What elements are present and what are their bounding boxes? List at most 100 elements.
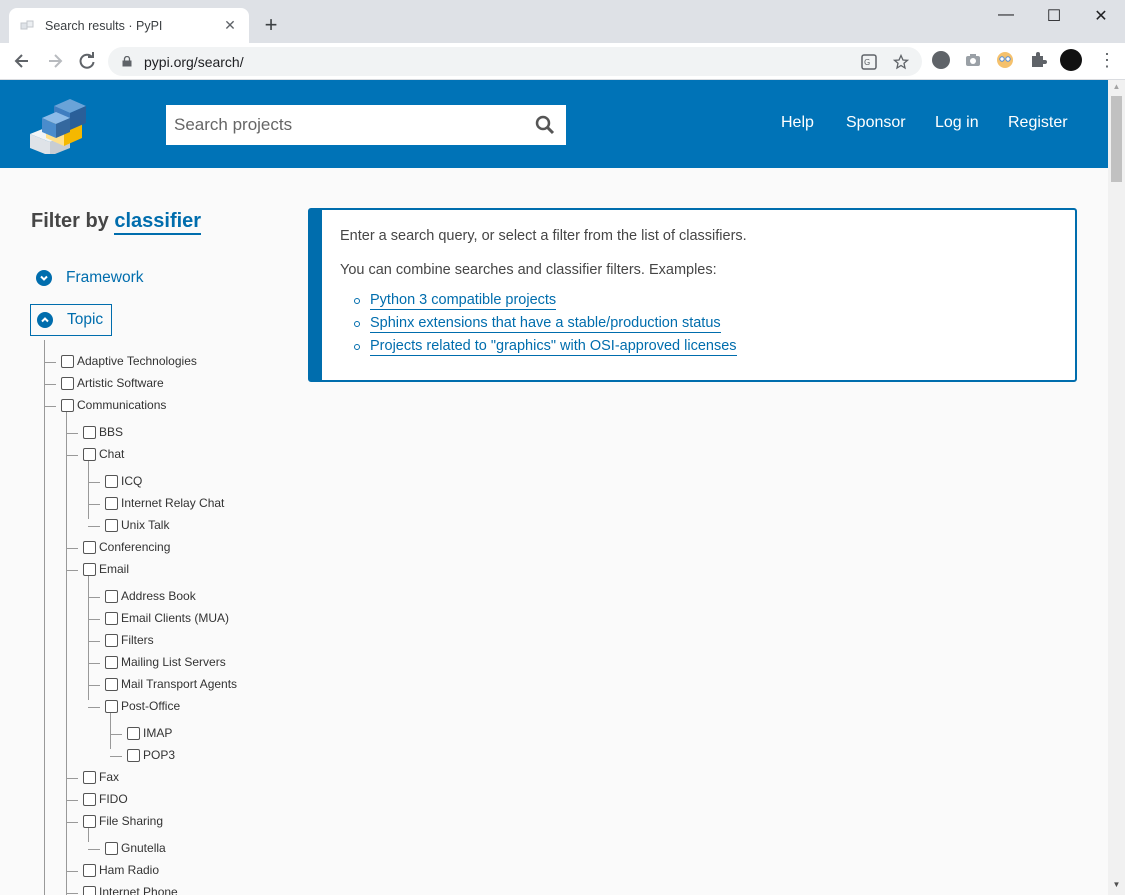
classifier-item[interactable]: IMAP bbox=[127, 725, 172, 741]
pypi-logo[interactable] bbox=[28, 94, 100, 154]
close-window-button[interactable]: ✕ bbox=[1091, 6, 1111, 26]
classifier-item[interactable]: Email bbox=[83, 561, 129, 577]
classifier-checkbox[interactable] bbox=[127, 748, 140, 762]
classifier-item[interactable]: Email Clients (MUA) bbox=[105, 610, 229, 626]
classifier-item[interactable]: ICQ bbox=[105, 473, 142, 489]
classifier-checkbox[interactable] bbox=[105, 611, 118, 625]
maximize-button[interactable]: ☐ bbox=[1044, 6, 1064, 26]
classifier-link[interactable]: classifier bbox=[114, 210, 202, 235]
address-bar[interactable]: pypi.org/search/ G bbox=[108, 47, 922, 76]
classifier-label: Address Book bbox=[121, 589, 196, 603]
classifier-checkbox[interactable] bbox=[105, 655, 118, 669]
classifier-item[interactable]: Filters bbox=[105, 632, 154, 648]
nav-sponsor-link[interactable]: Sponsor bbox=[846, 114, 906, 132]
classifier-item[interactable]: POP3 bbox=[127, 747, 175, 763]
lock-icon[interactable] bbox=[122, 56, 132, 67]
minimize-button[interactable]: — bbox=[996, 6, 1016, 24]
classifier-item[interactable]: Ham Radio bbox=[83, 862, 159, 878]
classifier-label: Ham Radio bbox=[99, 863, 160, 877]
example-link-graphics[interactable]: Projects related to "graphics" with OSI-… bbox=[370, 338, 737, 356]
tree-branch bbox=[88, 707, 100, 708]
search-help-box: Enter a search query, or select a filter… bbox=[308, 208, 1077, 382]
classifier-item[interactable]: Mail Transport Agents bbox=[105, 676, 237, 692]
scroll-down-icon[interactable]: ▼ bbox=[1108, 880, 1125, 890]
scroll-up-icon[interactable]: ▲ bbox=[1108, 82, 1125, 92]
classifier-checkbox[interactable] bbox=[83, 814, 96, 828]
classifier-label: Chat bbox=[99, 447, 125, 461]
classifier-checkbox[interactable] bbox=[61, 376, 74, 390]
classifier-item[interactable]: Mailing List Servers bbox=[105, 654, 226, 670]
nav-login-link[interactable]: Log in bbox=[935, 114, 979, 132]
classifier-item[interactable]: Conferencing bbox=[83, 539, 170, 555]
classifier-label: Adaptive Technologies bbox=[77, 354, 197, 368]
nav-register-link[interactable]: Register bbox=[1008, 114, 1068, 132]
wordpress-extension-icon[interactable] bbox=[932, 51, 950, 69]
chevron-down-icon bbox=[36, 270, 52, 286]
classifier-item[interactable]: Fax bbox=[83, 769, 119, 785]
classifier-checkbox[interactable] bbox=[105, 496, 118, 510]
classifier-checkbox[interactable] bbox=[83, 540, 96, 554]
classifier-item[interactable]: Unix Talk bbox=[105, 517, 169, 533]
classifier-checkbox[interactable] bbox=[61, 398, 74, 412]
classifier-checkbox[interactable] bbox=[105, 677, 118, 691]
classifier-checkbox[interactable] bbox=[83, 447, 96, 461]
filter-title: Filter by classifier bbox=[31, 210, 202, 235]
classifier-item[interactable]: File Sharing bbox=[83, 813, 163, 829]
classifier-item[interactable]: Artistic Software bbox=[61, 375, 164, 391]
classifier-checkbox[interactable] bbox=[83, 425, 96, 439]
face-extension-icon[interactable] bbox=[996, 51, 1014, 69]
classifier-item[interactable]: Post-Office bbox=[105, 698, 180, 714]
classifier-item[interactable]: Address Book bbox=[105, 588, 196, 604]
classifier-checkbox[interactable] bbox=[105, 474, 118, 488]
classifier-checkbox[interactable] bbox=[105, 633, 118, 647]
new-tab-button[interactable]: + bbox=[261, 12, 281, 38]
classifier-item[interactable]: Gnutella bbox=[105, 840, 166, 856]
classifier-item[interactable]: Adaptive Technologies bbox=[61, 353, 197, 369]
forward-arrow-icon[interactable] bbox=[45, 51, 65, 71]
accordion-topic[interactable]: Topic bbox=[30, 304, 113, 336]
tree-connector bbox=[110, 709, 111, 749]
classifier-checkbox[interactable] bbox=[105, 589, 118, 603]
browser-menu-icon[interactable]: ⋮ bbox=[1098, 51, 1116, 69]
classifier-checkbox[interactable] bbox=[83, 770, 96, 784]
nav-help-link[interactable]: Help bbox=[781, 114, 814, 132]
accordion-framework[interactable]: Framework bbox=[30, 262, 152, 294]
classifier-checkbox[interactable] bbox=[83, 792, 96, 806]
chevron-up-icon bbox=[37, 312, 53, 328]
classifier-item[interactable]: Chat bbox=[83, 446, 124, 462]
classifier-item[interactable]: Internet Phone bbox=[83, 884, 178, 895]
page-scrollbar[interactable]: ▲ ▼ bbox=[1108, 80, 1125, 895]
search-input[interactable] bbox=[166, 105, 566, 145]
classifier-checkbox[interactable] bbox=[105, 518, 118, 532]
camera-extension-icon[interactable] bbox=[964, 51, 982, 69]
classifier-item[interactable]: BBS bbox=[83, 424, 123, 440]
classifier-label: ICQ bbox=[121, 474, 143, 488]
classifier-checkbox[interactable] bbox=[105, 841, 118, 855]
help-text-line1: Enter a search query, or select a filter… bbox=[340, 228, 747, 244]
tab-close-icon[interactable]: ✕ bbox=[221, 17, 239, 34]
classifier-checkbox[interactable] bbox=[83, 885, 96, 895]
example-link-python3[interactable]: Python 3 compatible projects bbox=[370, 292, 557, 310]
example-link-sphinx[interactable]: Sphinx extensions that have a stable/pro… bbox=[370, 315, 721, 333]
profile-avatar[interactable] bbox=[1060, 49, 1082, 71]
classifier-label: Email bbox=[99, 562, 130, 576]
reload-icon[interactable] bbox=[77, 51, 97, 71]
classifier-label: Post-Office bbox=[121, 699, 181, 713]
extensions-puzzle-icon[interactable] bbox=[1029, 51, 1047, 69]
bookmark-star-icon[interactable] bbox=[893, 54, 909, 70]
list-item: Projects related to "graphics" with OSI-… bbox=[354, 338, 1057, 356]
search-icon[interactable] bbox=[535, 115, 555, 135]
classifier-checkbox[interactable] bbox=[83, 562, 96, 576]
back-arrow-icon[interactable] bbox=[12, 51, 32, 71]
classifier-checkbox[interactable] bbox=[127, 726, 140, 740]
classifier-item[interactable]: Communications bbox=[61, 397, 166, 413]
tree-branch bbox=[66, 778, 78, 779]
classifier-checkbox[interactable] bbox=[105, 699, 118, 713]
classifier-item[interactable]: Internet Relay Chat bbox=[105, 495, 224, 511]
browser-tab[interactable]: Search results · PyPI ✕ bbox=[9, 8, 249, 43]
classifier-checkbox[interactable] bbox=[61, 354, 74, 368]
classifier-checkbox[interactable] bbox=[83, 863, 96, 877]
scrollbar-thumb[interactable] bbox=[1111, 96, 1122, 182]
translate-icon[interactable]: G bbox=[861, 54, 877, 70]
classifier-item[interactable]: FIDO bbox=[83, 791, 128, 807]
